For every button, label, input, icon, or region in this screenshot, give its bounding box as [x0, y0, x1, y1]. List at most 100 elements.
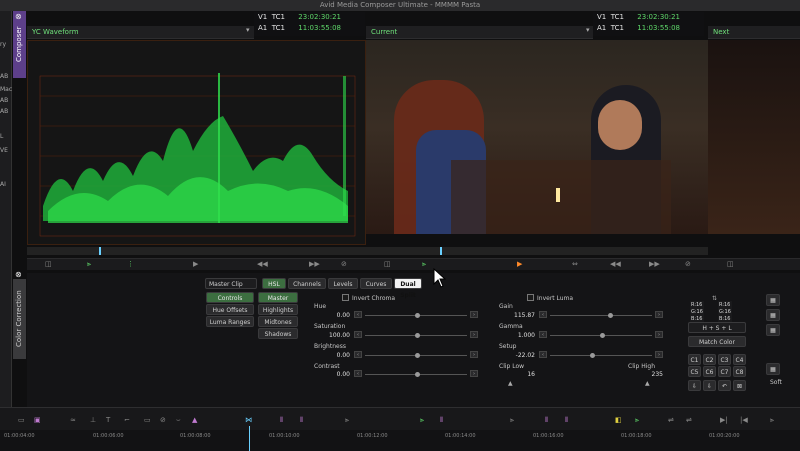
- position-marker[interactable]: [99, 247, 101, 255]
- close-icon[interactable]: ⊗: [15, 270, 22, 279]
- clip-low-handle-icon[interactable]: ▲: [508, 380, 513, 387]
- range-highlights[interactable]: Highlights: [258, 304, 298, 315]
- clip-low-value[interactable]: 16: [505, 371, 535, 378]
- swap-arrow-icon[interactable]: ⇅: [712, 295, 717, 302]
- increment-icon[interactable]: ›: [470, 331, 478, 338]
- timecode-box-right[interactable]: V1 TC1 23:02:30:21 A1 TC1 11:03:55:08: [593, 12, 704, 36]
- go-to-in-icon[interactable]: ⋮: [127, 260, 134, 268]
- lift-icon[interactable]: ⊥: [90, 416, 96, 424]
- step-forward-icon[interactable]: ▶▶: [309, 260, 320, 268]
- text-tool-icon[interactable]: T: [106, 416, 110, 424]
- loop-icon[interactable]: ⇔: [572, 260, 578, 268]
- mark-icon[interactable]: ⫴: [565, 416, 568, 425]
- increment-icon[interactable]: ›: [655, 351, 663, 358]
- increment-icon[interactable]: ›: [470, 351, 478, 358]
- mark-icon[interactable]: ⫴: [280, 416, 283, 425]
- hook-icon[interactable]: ⌣: [176, 416, 181, 425]
- c3-button[interactable]: C3: [718, 354, 731, 365]
- decrement-icon[interactable]: ‹: [354, 351, 362, 358]
- setup-value[interactable]: -22.02: [505, 352, 535, 359]
- tab-curves[interactable]: Curves: [360, 278, 392, 289]
- nudge-icon[interactable]: ⫸: [510, 416, 514, 425]
- mark-icon[interactable]: ⫴: [300, 416, 303, 425]
- sidebar-luma-ranges[interactable]: Luma Ranges: [206, 316, 254, 327]
- invert-luma-checkbox[interactable]: [527, 294, 534, 301]
- undo-icon[interactable]: ↶: [718, 380, 731, 391]
- monitor-icon[interactable]: ▭: [144, 416, 151, 424]
- gain-slider[interactable]: [550, 313, 652, 318]
- skip-icon[interactable]: |◀: [740, 416, 748, 424]
- decrement-icon[interactable]: ‹: [539, 331, 547, 338]
- saturation-value[interactable]: 100.00: [320, 332, 350, 339]
- decrement-icon[interactable]: ‹: [354, 311, 362, 318]
- position-bar-left[interactable]: [27, 247, 366, 255]
- up-icon[interactable]: ▲: [192, 416, 197, 424]
- segment-mode-icon[interactable]: ▣: [34, 416, 41, 424]
- range-master[interactable]: Master: [258, 292, 298, 303]
- monitor-icon[interactable]: ◫: [727, 260, 734, 268]
- invert-chroma-checkbox[interactable]: [342, 294, 349, 301]
- nudge-icon[interactable]: ⫸: [345, 416, 349, 425]
- mark-in-icon[interactable]: ⫸: [422, 260, 426, 269]
- tab-levels[interactable]: Levels: [328, 278, 358, 289]
- decrement-icon[interactable]: ‹: [539, 311, 547, 318]
- marker-icon[interactable]: ◧: [615, 416, 622, 424]
- range-shadows[interactable]: Shadows: [258, 328, 298, 339]
- tab-channels[interactable]: Channels: [288, 278, 326, 289]
- increment-icon[interactable]: ›: [655, 311, 663, 318]
- mark-in-icon[interactable]: ⫸: [420, 416, 424, 425]
- c4-button[interactable]: C4: [733, 354, 746, 365]
- panel-title-next[interactable]: Next: [708, 26, 800, 39]
- panel-title-waveform[interactable]: YC Waveform: [27, 26, 254, 39]
- decrement-icon[interactable]: ‹: [539, 351, 547, 358]
- contrast-slider[interactable]: [365, 372, 467, 377]
- trim-icon[interactable]: ≈: [70, 416, 76, 424]
- decrement-icon[interactable]: ‹: [354, 331, 362, 338]
- current-video-frame[interactable]: [366, 40, 708, 234]
- toggle-icon[interactable]: ▭: [18, 416, 25, 424]
- dropdown-icon[interactable]: ▾: [246, 26, 250, 34]
- play-icon[interactable]: ▶: [517, 260, 522, 268]
- clip-high-value[interactable]: 235: [633, 371, 663, 378]
- c5-button[interactable]: C5: [688, 366, 701, 377]
- increment-icon[interactable]: ›: [655, 331, 663, 338]
- no-entry-icon[interactable]: ⊘: [341, 260, 347, 268]
- gamma-slider[interactable]: [550, 333, 652, 338]
- skip-icon[interactable]: ▶|: [720, 416, 728, 424]
- position-marker[interactable]: [440, 247, 442, 255]
- gamma-value[interactable]: 1.000: [505, 332, 535, 339]
- c6-button[interactable]: C6: [703, 366, 716, 377]
- panel-title-current[interactable]: Current: [366, 26, 593, 39]
- download-icon[interactable]: ⇩: [688, 380, 701, 391]
- composer-tab[interactable]: Composer: [13, 11, 26, 78]
- range-midtones[interactable]: Midtones: [258, 316, 298, 327]
- clip-high-handle-icon[interactable]: ▲: [645, 380, 650, 387]
- mode-select[interactable]: Master Clip: [205, 278, 257, 289]
- increment-icon[interactable]: ›: [470, 311, 478, 318]
- sidebar-controls[interactable]: Controls: [206, 292, 254, 303]
- c2-button[interactable]: C2: [703, 354, 716, 365]
- monitor-icon[interactable]: ◫: [45, 260, 52, 268]
- grid-icon[interactable]: ▦: [766, 294, 780, 306]
- c1-button[interactable]: C1: [688, 354, 701, 365]
- tab-hsl[interactable]: HSL: [262, 278, 286, 289]
- hue-value[interactable]: 0.00: [320, 312, 350, 319]
- hue-slider[interactable]: [365, 313, 467, 318]
- grid-icon[interactable]: ▦: [766, 309, 780, 321]
- dropdown-icon[interactable]: ▾: [586, 26, 590, 34]
- delete-icon[interactable]: ⊠: [733, 380, 746, 391]
- close-icon[interactable]: ⊗: [15, 12, 22, 21]
- c7-button[interactable]: C7: [718, 366, 731, 377]
- timecode-box-left[interactable]: V1 TC1 23:02:30:21 A1 TC1 11:03:55:08: [254, 12, 365, 36]
- step-back-icon[interactable]: ◀◀: [610, 260, 621, 268]
- contrast-value[interactable]: 0.00: [320, 371, 350, 378]
- step-back-icon[interactable]: ◀◀: [257, 260, 268, 268]
- hsl-match-select[interactable]: H + S + L: [688, 322, 746, 333]
- playhead[interactable]: [249, 426, 250, 451]
- gain-value[interactable]: 115.87: [505, 312, 535, 319]
- effect-icon[interactable]: ⌐: [124, 416, 130, 424]
- mark-in-icon[interactable]: ⫸: [635, 416, 639, 425]
- monitor-icon[interactable]: ◫: [384, 260, 391, 268]
- adjust-icon[interactable]: ⇌: [686, 416, 692, 424]
- timeline-ruler[interactable]: 01:00:04:00 01:00:06:00 01:00:08:00 01:0…: [0, 426, 800, 451]
